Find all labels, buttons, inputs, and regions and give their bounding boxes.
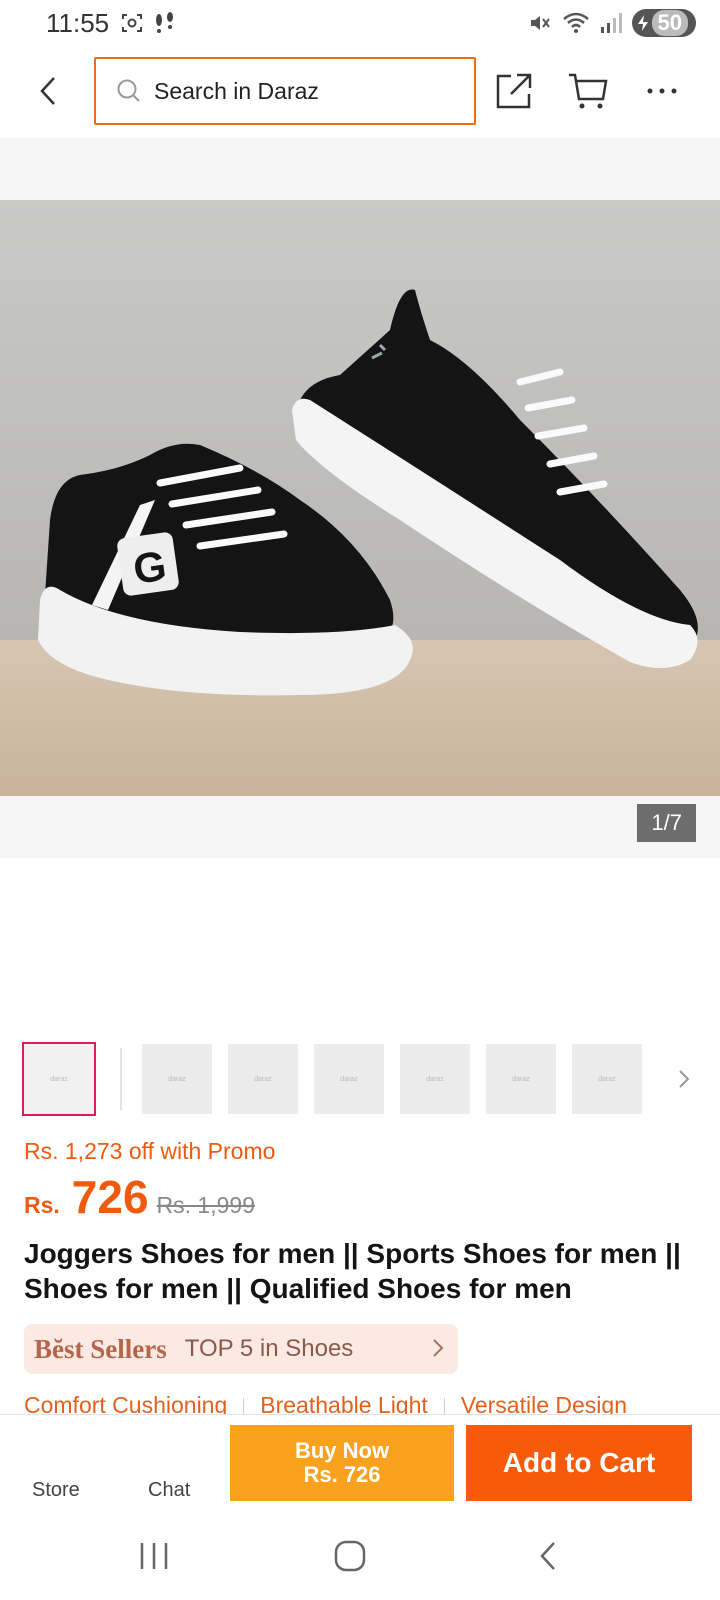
top-header <box>0 50 720 136</box>
feature-tag: Breathable Light <box>260 1392 428 1416</box>
thumbnail-strip: daraz daraz daraz daraz daraz daraz dara… <box>22 1042 702 1116</box>
back-icon <box>540 1542 555 1570</box>
current-price: 726 <box>71 1171 149 1223</box>
search-icon <box>117 79 140 102</box>
back-button[interactable] <box>28 68 68 114</box>
thumbnail-4[interactable]: daraz <box>314 1044 384 1114</box>
chat-button[interactable]: Chat <box>130 1415 226 1511</box>
buy-now-price: Rs. 726 <box>303 1462 381 1487</box>
price-currency: Rs. <box>24 1192 60 1218</box>
price-row: Rs. 726 Rs. 1,999 <box>24 1170 255 1226</box>
recent-apps-icon <box>140 1543 168 1569</box>
buy-now-button[interactable]: Buy Now Rs. 726 <box>230 1425 454 1501</box>
thumbnail-7[interactable]: daraz <box>572 1044 642 1114</box>
battery-level: 50 <box>651 10 688 36</box>
image-counter: 1/7 <box>637 804 696 842</box>
more-options-button[interactable] <box>640 68 684 114</box>
mute-icon <box>530 16 550 30</box>
thumbnail-6[interactable]: daraz <box>486 1044 556 1114</box>
product-image[interactable]: G <box>0 200 720 796</box>
battery-saver-icon <box>637 15 648 31</box>
home-icon <box>334 1540 366 1572</box>
bestseller-badge: Bĕst Sellers <box>34 1333 167 1364</box>
screenshot-icon <box>122 14 142 32</box>
chevron-right-icon <box>679 1070 690 1088</box>
bottom-action-bar: Store Chat Buy Now Rs. 726 Add to Cart <box>0 1414 720 1512</box>
original-price: Rs. 1,999 <box>156 1192 255 1218</box>
store-button[interactable]: Store <box>20 1415 124 1511</box>
add-to-cart-button[interactable]: Add to Cart <box>466 1425 692 1501</box>
share-icon <box>496 73 532 109</box>
thumbnail-3[interactable]: daraz <box>228 1044 298 1114</box>
promo-text: Rs. 1,273 off with Promo <box>24 1138 276 1164</box>
back-nav-button[interactable] <box>518 1534 578 1578</box>
bestseller-rank: TOP 5 in Shoes <box>184 1335 354 1362</box>
status-bar: 11:55 50 <box>0 0 720 46</box>
feature-tag: Versatile Design <box>460 1392 627 1416</box>
feature-tags: Comfort Cushioning Breathable Light Vers… <box>24 1392 720 1416</box>
search-bar[interactable] <box>94 57 476 125</box>
thumbnail-5[interactable]: daraz <box>400 1044 470 1114</box>
signal-icon <box>600 13 622 33</box>
more-icon <box>647 88 677 94</box>
cart-icon <box>569 73 608 109</box>
battery-indicator: 50 <box>631 9 696 37</box>
buy-now-label: Buy Now <box>294 1438 390 1463</box>
share-button[interactable] <box>492 68 536 114</box>
home-button[interactable] <box>320 1534 380 1578</box>
thumbnails-next-button[interactable] <box>672 1062 696 1096</box>
store-label: Store <box>32 1479 80 1501</box>
system-nav-bar <box>0 1512 720 1600</box>
wifi-icon <box>562 12 589 33</box>
chat-label: Chat <box>148 1479 191 1501</box>
cart-button[interactable] <box>566 68 610 114</box>
chevron-right-icon <box>433 1339 444 1357</box>
feature-tag: Comfort Cushioning <box>24 1392 228 1416</box>
recent-apps-button[interactable] <box>124 1534 184 1578</box>
shoe-logo: G <box>130 542 169 593</box>
activity-icon <box>156 12 173 33</box>
bestseller-banner[interactable]: Bĕst Sellers TOP 5 in Shoes <box>24 1324 458 1374</box>
chevron-left-icon <box>40 77 55 105</box>
status-time: 11:55 <box>46 8 110 38</box>
search-input[interactable] <box>154 77 434 105</box>
thumbnail-2[interactable]: daraz <box>142 1044 212 1114</box>
product-title: Joggers Shoes for men || Sports Shoes fo… <box>24 1238 681 1304</box>
thumbnail-1[interactable]: daraz <box>22 1042 96 1116</box>
